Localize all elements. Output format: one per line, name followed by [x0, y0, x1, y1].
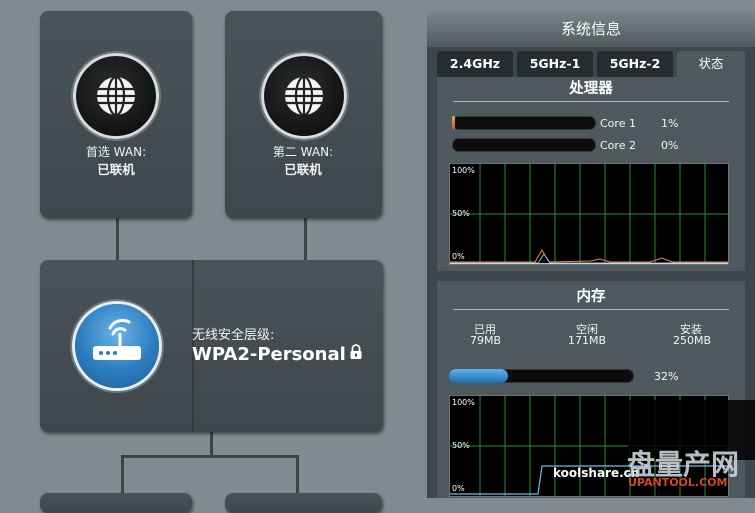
- secondary-wan-card[interactable]: 第二 WAN: 已联机: [225, 11, 382, 218]
- client-card-2[interactable]: [225, 493, 382, 513]
- client1-connector: [121, 455, 124, 495]
- cpu-graph-tick-50: 50%: [452, 209, 470, 218]
- client-card-1[interactable]: [40, 493, 192, 513]
- memory-percent: 32%: [654, 370, 679, 383]
- core1-bar-fill: [452, 116, 455, 130]
- tab-5ghz-1[interactable]: 5GHz-1: [517, 51, 593, 77]
- primary-wan-card[interactable]: 首选 WAN: 已联机: [40, 11, 192, 218]
- memory-bar: [449, 369, 634, 383]
- memory-graph-tick-100: 100%: [452, 398, 475, 407]
- security-level-label: 无线安全层级:: [192, 328, 275, 343]
- memory-title: 内存: [453, 285, 729, 310]
- core2-bar: [452, 138, 596, 152]
- wan1-connector: [116, 218, 119, 260]
- secondary-wan-status: 已联机: [284, 162, 322, 177]
- lock-icon: [349, 344, 363, 364]
- core1-percent: 1%: [661, 117, 679, 130]
- router-icon: [75, 304, 159, 388]
- client-branch-connector: [121, 455, 299, 458]
- primary-wan-status: 已联机: [97, 162, 135, 177]
- system-info-title: 系统信息: [427, 11, 755, 47]
- router-card[interactable]: 无线安全层级: WPA2-Personal: [40, 260, 383, 432]
- tab-2-4ghz[interactable]: 2.4GHz: [437, 51, 513, 77]
- secondary-wan-label: 第二 WAN: 已联机: [227, 143, 379, 179]
- globe-icon: [73, 53, 159, 139]
- cpu-graph-tick-100: 100%: [452, 166, 475, 175]
- primary-wan-label: 首选 WAN: 已联机: [40, 143, 192, 179]
- core2-percent: 0%: [661, 139, 679, 152]
- cpu-usage-graph: 100% 50% 0%: [449, 163, 729, 265]
- cpu-section: 处理器 Core 1 1% Core 2 0% 100% 50% 0%: [437, 77, 745, 271]
- security-level-value: WPA2-Personal: [192, 344, 346, 365]
- memory-graph-tick-0: 0%: [452, 484, 465, 493]
- tab-status[interactable]: 状态: [677, 51, 745, 77]
- router-down-connector: [210, 432, 213, 456]
- tab-5ghz-2[interactable]: 5GHz-2: [597, 51, 673, 77]
- core1-label: Core 1: [600, 117, 636, 130]
- memory-installed-value: 250MB: [673, 334, 712, 347]
- watermark-site-url: UPANTOOL.COM: [628, 476, 728, 489]
- memory-free-value: 171MB: [568, 334, 607, 347]
- globe-icon: [261, 53, 347, 139]
- cpu-graph-tick-0: 0%: [452, 252, 465, 261]
- core1-bar: [452, 116, 596, 130]
- core2-label: Core 2: [600, 139, 636, 152]
- client2-connector: [296, 455, 299, 495]
- cpu-title: 处理器: [453, 77, 729, 102]
- memory-graph-tick-50: 50%: [452, 441, 470, 450]
- memory-used-value: 79MB: [470, 334, 502, 347]
- memory-bar-fill: [449, 369, 508, 383]
- secondary-wan-title: 第二 WAN:: [272, 145, 334, 159]
- primary-wan-title: 首选 WAN:: [85, 145, 147, 159]
- wan2-connector: [304, 218, 307, 260]
